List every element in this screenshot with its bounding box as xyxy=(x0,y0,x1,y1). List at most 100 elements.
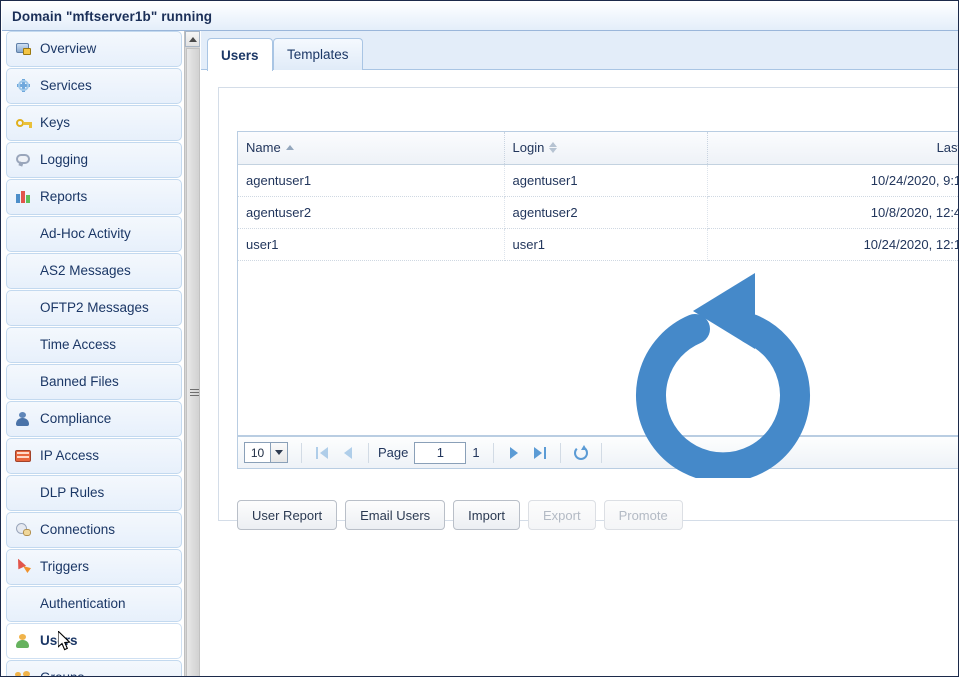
sidebar-item-label: Time Access xyxy=(40,337,116,353)
sidebar-item-authentication[interactable]: Authentication xyxy=(6,586,182,622)
previous-page-icon xyxy=(344,447,352,459)
sidebar-item-label: Keys xyxy=(40,115,70,131)
user-report-button[interactable]: User Report xyxy=(237,500,337,530)
cell-name: agentuser2 xyxy=(238,196,504,228)
tab-label: Users xyxy=(221,48,259,63)
refresh-icon xyxy=(574,446,588,460)
sidebar-item-label: Compliance xyxy=(40,411,111,427)
cell-login: agentuser1 xyxy=(504,164,707,196)
sidebar-item-services[interactable]: Services xyxy=(6,68,182,104)
sidebar-scrollbar[interactable] xyxy=(184,31,200,677)
tab-templates[interactable]: Templates xyxy=(273,38,363,70)
sidebar-item-overview[interactable]: Overview xyxy=(6,31,182,67)
cell-login: user1 xyxy=(504,228,707,260)
sidebar-item-label: Connections xyxy=(40,522,115,538)
sidebar-item-users[interactable]: Users xyxy=(6,623,182,659)
overview-icon xyxy=(15,41,33,57)
sidebar-item-groups[interactable]: Groups xyxy=(6,660,182,677)
sidebar-item-oftp2-messages[interactable]: OFTP2 Messages xyxy=(6,290,182,326)
table-row[interactable]: agentuser2agentuser210/8/2020, 12:40: xyxy=(238,196,959,228)
refresh-button[interactable] xyxy=(568,441,594,465)
users-icon xyxy=(15,633,33,649)
users-table: Name Login Last L agentuser1agentuser110… xyxy=(238,132,959,261)
adhoc-activity-icon xyxy=(15,226,33,242)
first-page-icon xyxy=(316,447,318,459)
column-header-login[interactable]: Login xyxy=(504,132,707,164)
sidebar-item-time-access[interactable]: Time Access xyxy=(6,327,182,363)
sidebar-item-label: Banned Files xyxy=(40,374,119,390)
first-page-button[interactable] xyxy=(309,441,335,465)
sidebar-item-compliance[interactable]: Compliance xyxy=(6,401,182,437)
next-page-icon xyxy=(510,447,518,459)
column-header-login-label: Login xyxy=(513,140,545,155)
cell-last-login: 10/24/2020, 12:15: xyxy=(707,228,959,260)
sidebar-item-as2-messages[interactable]: AS2 Messages xyxy=(6,253,182,289)
table-body: agentuser1agentuser110/24/2020, 9:14:age… xyxy=(238,164,959,260)
sidebar-item-banned-files[interactable]: Banned Files xyxy=(6,364,182,400)
scrollbar-thumb[interactable] xyxy=(186,48,200,677)
sidebar-item-label: DLP Rules xyxy=(40,485,104,501)
button-label: Export xyxy=(543,508,581,523)
import-button[interactable]: Import xyxy=(453,500,520,530)
column-header-name[interactable]: Name xyxy=(238,132,504,164)
application-window: Domain "mftserver1b" running Overview Ser… xyxy=(0,0,959,677)
cell-last-login: 10/24/2020, 9:14: xyxy=(707,164,959,196)
export-button: Export xyxy=(528,500,596,530)
sidebar-item-ip-access[interactable]: IP Access xyxy=(6,438,182,474)
toolbar-divider xyxy=(601,443,602,463)
previous-page-button[interactable] xyxy=(335,441,361,465)
page-size-select[interactable]: 10 xyxy=(244,442,288,463)
users-grid[interactable]: Name Login Last L agentuser1agentuser110… xyxy=(237,131,959,436)
sidebar-item-dlp-rules[interactable]: DLP Rules xyxy=(6,475,182,511)
sidebar-item-label: Authentication xyxy=(40,596,126,612)
sidebar-item-logging[interactable]: Logging xyxy=(6,142,182,178)
sidebar-item-keys[interactable]: Keys xyxy=(6,105,182,141)
button-label: Promote xyxy=(619,508,668,523)
column-header-last-login-label: Last L xyxy=(937,140,959,155)
tab-users[interactable]: Users xyxy=(207,38,273,71)
services-icon xyxy=(15,78,33,94)
page-total-label: 1 xyxy=(472,445,479,460)
as2-messages-icon xyxy=(15,263,33,279)
page-number-input[interactable]: 1 xyxy=(414,442,466,464)
sidebar-item-triggers[interactable]: Triggers xyxy=(6,549,182,585)
title-bar: Domain "mftserver1b" running xyxy=(2,2,959,31)
sidebar-item-label: Overview xyxy=(40,41,96,57)
next-page-button[interactable] xyxy=(501,441,527,465)
groups-icon xyxy=(15,670,33,677)
table-row[interactable]: agentuser1agentuser110/24/2020, 9:14: xyxy=(238,164,959,196)
sidebar-item-label: Services xyxy=(40,78,92,94)
triggers-icon xyxy=(15,559,33,575)
pagination-toolbar: 10 Page 1 1 xyxy=(237,436,959,469)
sidebar-item-label: IP Access xyxy=(40,448,99,464)
sidebar-item-ad-hoc-activity[interactable]: Ad-Hoc Activity xyxy=(6,216,182,252)
email-users-button[interactable]: Email Users xyxy=(345,500,445,530)
toolbar-divider xyxy=(560,443,561,463)
table-row[interactable]: user1user110/24/2020, 12:15: xyxy=(238,228,959,260)
last-page-icon xyxy=(544,447,546,459)
reports-icon xyxy=(15,189,33,205)
sidebar-item-connections[interactable]: Connections xyxy=(6,512,182,548)
page-label: Page xyxy=(378,445,408,460)
dlp-rules-icon xyxy=(15,485,33,501)
chevron-down-icon[interactable] xyxy=(270,443,287,462)
last-page-arrow-icon xyxy=(534,447,542,459)
sidebar-item-reports[interactable]: Reports xyxy=(6,179,182,215)
window-title: Domain "mftserver1b" running xyxy=(2,9,212,24)
oftp2-messages-icon xyxy=(15,300,33,316)
sort-both-icon xyxy=(549,142,557,153)
banned-files-icon xyxy=(15,374,33,390)
tab-strip: Users Templates xyxy=(201,31,959,70)
toolbar-divider xyxy=(301,443,302,463)
last-page-button[interactable] xyxy=(527,441,553,465)
scroll-up-arrow-icon[interactable] xyxy=(185,31,200,47)
main-content: Users Templates Name xyxy=(201,31,959,677)
users-panel: Name Login Last L agentuser1agentuser110… xyxy=(218,87,959,521)
column-header-last-login[interactable]: Last L xyxy=(707,132,959,164)
sidebar-item-label: AS2 Messages xyxy=(40,263,131,279)
first-page-arrow-icon xyxy=(320,447,328,459)
scrollbar-grip-icon xyxy=(190,389,199,398)
cell-name: user1 xyxy=(238,228,504,260)
table-header: Name Login Last L xyxy=(238,132,959,164)
button-label: Email Users xyxy=(360,508,430,523)
